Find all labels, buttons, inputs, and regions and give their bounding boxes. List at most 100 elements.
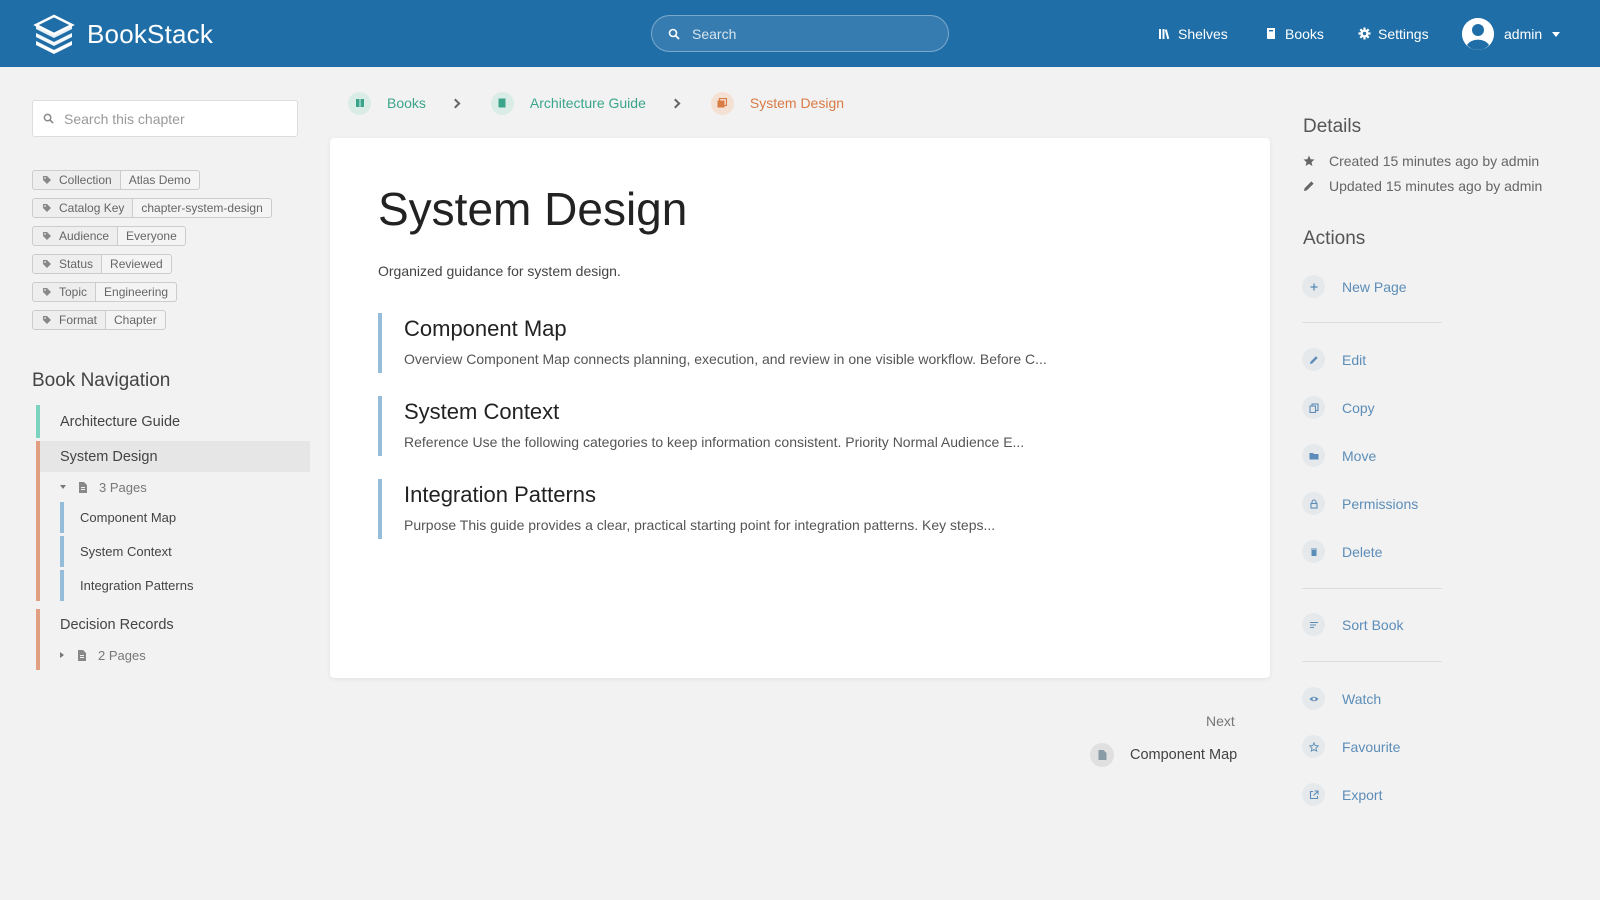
breadcrumb-book-label: Architecture Guide	[529, 95, 646, 111]
tag[interactable]: Audience Everyone	[32, 226, 272, 246]
created-text: Created 15 minutes ago by admin	[1329, 153, 1540, 169]
divider	[1302, 322, 1442, 323]
page-entry-excerpt: Purpose This guide provides a clear, pra…	[404, 517, 996, 533]
pencil-icon	[1304, 181, 1314, 191]
tag-value[interactable]: Everyone	[118, 226, 186, 246]
nav-chapter-link[interactable]: Decision Records	[40, 609, 310, 640]
page-icon	[1090, 743, 1114, 767]
tag-name[interactable]: Status	[32, 254, 103, 274]
book-navigation-title: Book Navigation	[32, 370, 171, 391]
user-avatar-icon	[1462, 18, 1494, 50]
new-page-label: New Page	[1342, 278, 1407, 295]
avatar	[1462, 18, 1494, 50]
tag-value[interactable]: Atlas Demo	[120, 170, 200, 190]
tag-value[interactable]: chapter-system-design	[133, 198, 272, 218]
watch-button[interactable]: Watch	[1302, 687, 1381, 710]
nav-page-link[interactable]: Component Map	[60, 502, 310, 533]
permissions-button[interactable]: Permissions	[1302, 492, 1418, 515]
books-icon	[348, 91, 371, 115]
page-entry-title[interactable]: Integration Patterns	[404, 482, 1218, 508]
page-entry-excerpt: Reference Use the following categories t…	[404, 434, 1025, 450]
top-header: BookStack Shelves Books Settings admin	[0, 0, 1600, 67]
tag-icon	[43, 176, 51, 184]
user-menu[interactable]: admin	[1462, 18, 1561, 50]
list-item[interactable]: Component Map Overview Component Map con…	[378, 313, 1218, 373]
nav-page-link[interactable]: Integration Patterns	[60, 570, 310, 601]
tag-name[interactable]: Topic	[32, 282, 97, 302]
next-label: Next	[1206, 713, 1235, 729]
page-title: System Design	[378, 183, 688, 235]
tag-name[interactable]: Format	[32, 310, 107, 330]
tag-name-text: Topic	[59, 285, 88, 299]
tag-icon	[43, 260, 51, 268]
permissions-label: Permissions	[1342, 495, 1419, 512]
page-entry-excerpt: Overview Component Map connects planning…	[404, 351, 1047, 367]
updated-info: Updated 15 minutes ago by admin	[1303, 178, 1542, 194]
move-button[interactable]: Move	[1302, 444, 1376, 467]
favourite-button[interactable]: Favourite	[1302, 735, 1400, 758]
page-entry-title[interactable]: Component Map	[404, 316, 1218, 342]
created-info: Created 15 minutes ago by admin	[1303, 153, 1539, 169]
edit-button[interactable]: Edit	[1302, 348, 1366, 371]
sort-book-button[interactable]: Sort Book	[1302, 613, 1403, 636]
tag-name-text: Status	[59, 257, 94, 271]
lock-icon	[1302, 492, 1325, 515]
tag[interactable]: Topic Engineering	[32, 282, 272, 302]
breadcrumb-books-label: Books	[387, 95, 426, 111]
chapter-search[interactable]	[32, 100, 298, 137]
tag[interactable]: Catalog Key chapter-system-design	[32, 198, 272, 218]
tag[interactable]: Format Chapter	[32, 310, 272, 330]
breadcrumb-books[interactable]: Books	[348, 91, 426, 115]
nav-book-link[interactable]: Architecture Guide	[36, 405, 310, 438]
chapter-page-list: Component Map Overview Component Map con…	[378, 313, 1218, 562]
tag-value[interactable]: Chapter	[106, 310, 166, 330]
tag-name[interactable]: Catalog Key	[32, 198, 134, 218]
nav-settings[interactable]: Settings	[1358, 0, 1429, 67]
chapter-content-card: System Design Organized guidance for sys…	[330, 138, 1270, 678]
next-page-link[interactable]: Component Map	[1090, 743, 1237, 767]
app-logo[interactable]: BookStack	[32, 14, 213, 54]
nav-books[interactable]: Books	[1265, 0, 1324, 67]
export-label: Export	[1342, 786, 1383, 803]
tag-value[interactable]: Engineering	[96, 282, 178, 302]
export-icon	[1302, 783, 1325, 806]
delete-button[interactable]: Delete	[1302, 540, 1382, 563]
trash-icon	[1302, 540, 1325, 563]
global-search[interactable]	[651, 15, 949, 52]
chapter-search-input[interactable]	[64, 110, 284, 127]
breadcrumb-book[interactable]: Architecture Guide	[490, 91, 646, 115]
nav-chapter-decision-records: Decision Records 2 Pages	[36, 609, 310, 670]
nav-chapter-system-design: System Design 3 Pages Component Map Syst…	[36, 441, 310, 601]
caret-right-icon	[60, 652, 64, 658]
nav-page-link[interactable]: System Context	[60, 536, 310, 567]
breadcrumb-chapter[interactable]: System Design	[710, 91, 845, 115]
breadcrumb-chapter-label: System Design	[749, 95, 845, 111]
move-label: Move	[1342, 447, 1377, 464]
search-icon	[43, 113, 54, 124]
export-button[interactable]: Export	[1302, 783, 1382, 806]
tag[interactable]: Collection Atlas Demo	[32, 170, 272, 190]
tag-name[interactable]: Audience	[32, 226, 119, 246]
chapter-pages-toggle[interactable]: 3 Pages	[40, 472, 310, 502]
copy-button[interactable]: Copy	[1302, 396, 1375, 419]
chapter-pages-toggle[interactable]: 2 Pages	[40, 640, 310, 670]
nav-chapter-link[interactable]: System Design	[40, 441, 310, 472]
tag-icon	[43, 204, 51, 212]
next-page-title: Component Map	[1130, 747, 1238, 763]
edit-label: Edit	[1342, 351, 1367, 368]
list-item[interactable]: System Context Reference Use the followi…	[378, 396, 1218, 456]
tag[interactable]: Status Reviewed	[32, 254, 272, 274]
list-item[interactable]: Integration Patterns Purpose This guide …	[378, 479, 1218, 539]
nav-settings-label: Settings	[1378, 25, 1429, 42]
tag-value[interactable]: Reviewed	[102, 254, 172, 274]
gear-icon	[1358, 27, 1371, 40]
details-title: Details	[1303, 116, 1362, 137]
new-page-button[interactable]: New Page	[1302, 275, 1407, 298]
search-input[interactable]	[692, 25, 922, 42]
page-entry-title[interactable]: System Context	[404, 399, 1218, 425]
app-name: BookStack	[87, 18, 214, 49]
pencil-icon	[1302, 348, 1325, 371]
shelves-icon	[1159, 29, 1170, 40]
nav-shelves[interactable]: Shelves	[1158, 0, 1228, 67]
tag-name[interactable]: Collection	[32, 170, 121, 190]
